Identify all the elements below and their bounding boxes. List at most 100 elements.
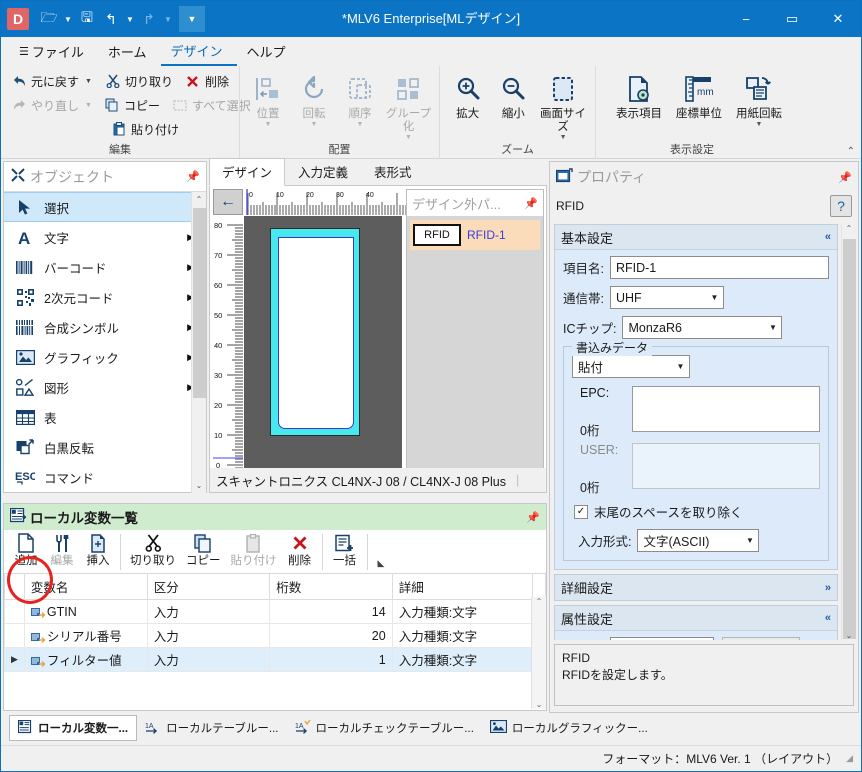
object-item-barcode[interactable]: バーコード ▶	[4, 252, 206, 282]
paper-rotate-button[interactable]: 用紙回転 ▼	[730, 69, 788, 129]
object-item-graphic[interactable]: グラフィック ▶	[4, 342, 206, 372]
add-variable-button[interactable]: 追加	[8, 532, 44, 568]
trim-trailing-checkbox[interactable]: ✓	[574, 504, 588, 519]
coordinate-unit-button[interactable]: mm 座標単位	[670, 69, 728, 129]
scroll-up-icon[interactable]: ⌃	[532, 597, 546, 606]
table-row[interactable]: シリアル番号 入力 20 入力種類:文字	[4, 623, 546, 648]
object-item-select[interactable]: 選択	[4, 192, 206, 222]
scroll-down-icon[interactable]: ⌄	[842, 631, 856, 640]
write-mode-select[interactable]: 貼付 ▼	[572, 355, 690, 378]
object-item-table[interactable]: 表	[4, 402, 206, 432]
batch-variable-button[interactable]: 一括	[327, 532, 363, 568]
chevron-down-icon[interactable]: »	[825, 582, 831, 594]
scroll-up-icon[interactable]: ⌃	[842, 224, 856, 233]
header-kind[interactable]: 区分	[146, 574, 271, 600]
table-scrollbar[interactable]: ⌃ ⌄	[531, 597, 546, 709]
scroll-down-icon[interactable]: ⌄	[192, 478, 206, 493]
table-row[interactable]: GTIN 入力 14 入力種類:文字	[4, 599, 546, 624]
delete-variable-button[interactable]: 削除	[282, 532, 318, 568]
menu-item-design[interactable]: デザイン	[160, 39, 237, 66]
object-item-shape[interactable]: 図形 ▶	[4, 372, 206, 402]
pin-icon[interactable]: 📌	[526, 511, 540, 524]
chevron-up-icon[interactable]: «	[825, 231, 831, 243]
pin-icon[interactable]: 📌	[186, 170, 200, 183]
chevron-up-icon[interactable]: «	[825, 612, 831, 624]
minimize-button[interactable]: −	[723, 1, 769, 37]
scroll-down-icon[interactable]: ⌄	[532, 700, 546, 709]
save-icon[interactable]: 🖫	[75, 6, 99, 32]
overflow-arrow-icon[interactable]: ◣	[378, 558, 385, 569]
pin-icon[interactable]: 📌	[838, 171, 852, 184]
object-item-2dcode[interactable]: 2次元コード ▶	[4, 282, 206, 312]
band-select[interactable]: UHF ▼	[609, 286, 724, 309]
undo-icon[interactable]: ↰	[99, 6, 123, 32]
bottom-tab-local-check-table[interactable]: 1A ローカルチェックテーブルー...	[287, 715, 482, 741]
customize-qat-icon[interactable]: ▼	[179, 6, 205, 32]
chevron-down-icon[interactable]: ▼	[741, 536, 758, 545]
label-print-area[interactable]	[278, 237, 354, 429]
copy-variable-button[interactable]: コピー	[181, 532, 226, 568]
pin-icon[interactable]: 📌	[524, 197, 538, 210]
properties-scrollbar[interactable]: ⌃ ⌄	[841, 224, 856, 640]
local-variable-title: ローカル変数一覧	[30, 511, 138, 526]
undo-dropdown-icon[interactable]: ▼	[123, 6, 137, 32]
display-items-button[interactable]: 表示項目	[610, 69, 668, 129]
zoom-in-button[interactable]: 拡大	[446, 69, 490, 142]
undo-dropdown-icon[interactable]: ▼	[85, 78, 92, 85]
open-icon[interactable]: 🗁	[37, 6, 61, 32]
cut-button[interactable]: 切り取り	[101, 72, 177, 91]
bottom-tab-local-graphic[interactable]: ローカルグラフィックー...	[482, 715, 656, 741]
fit-screen-button[interactable]: 画面サイズ ▼	[537, 69, 589, 142]
ribbon-collapse-icon[interactable]: ⌃	[847, 146, 855, 157]
bottom-tab-local-variables[interactable]: ローカル変数一...	[9, 715, 138, 741]
help-question-icon[interactable]: ?	[830, 195, 852, 217]
section-detail-header[interactable]: 詳細設定 »	[555, 575, 837, 600]
copy-button[interactable]: コピー	[100, 96, 164, 115]
close-button[interactable]: ✕	[815, 1, 861, 37]
menu-item-help[interactable]: ヘルプ	[237, 39, 300, 66]
chevron-down-icon[interactable]: ▼	[672, 362, 689, 371]
maximize-button[interactable]: ▭	[769, 1, 815, 37]
cut-variable-button[interactable]: 切り取り	[125, 532, 181, 568]
item-name-input[interactable]: RFID-1	[609, 256, 829, 279]
object-item-text[interactable]: A 文字 ▶	[4, 222, 206, 252]
field-trim-trailing[interactable]: ✓ 末尾のスペースを取り除く	[574, 502, 820, 521]
scroll-thumb[interactable]	[193, 208, 206, 398]
undo-button[interactable]: 元に戻す ▼	[7, 72, 97, 91]
header-detail[interactable]: 詳細	[391, 574, 534, 600]
scroll-up-icon[interactable]: ⌃	[192, 192, 206, 207]
header-variable-name[interactable]: 変数名	[23, 574, 148, 600]
write-select[interactable]: 書込む ▼	[609, 637, 714, 640]
chevron-down-icon[interactable]: ▼	[764, 323, 781, 332]
input-format-select[interactable]: 文字(ASCII) ▼	[637, 529, 760, 552]
zoom-out-button[interactable]: 縮小	[492, 69, 536, 142]
paste-button[interactable]: 貼り付け	[107, 120, 183, 139]
back-arrow-icon[interactable]: ←	[213, 189, 243, 215]
resize-grip-icon[interactable]: ◢	[846, 753, 853, 764]
table-row[interactable]: ▶ フィルター値 入力 1 入力種類:文字	[4, 647, 546, 672]
tab-table-format[interactable]: 表形式	[361, 158, 425, 186]
header-digits[interactable]: 桁数	[269, 574, 393, 600]
tab-input-definition[interactable]: 入力定義	[285, 158, 361, 186]
object-item-command[interactable]: ESC コマンド	[4, 462, 206, 492]
delete-button[interactable]: 削除	[181, 72, 233, 91]
epc-input[interactable]	[632, 386, 820, 432]
menu-item-home[interactable]: ホーム	[98, 39, 161, 66]
section-basic-header[interactable]: 基本設定 «	[555, 225, 837, 250]
object-item-composite[interactable]: 合成シンボル ▶	[4, 312, 206, 342]
section-attribute-header[interactable]: 属性設定 «	[555, 606, 837, 631]
chevron-down-icon[interactable]: ▼	[706, 293, 723, 302]
object-item-invert[interactable]: 白黒反転	[4, 432, 206, 462]
scroll-thumb[interactable]	[843, 239, 856, 639]
tab-design[interactable]: デザイン	[209, 158, 286, 186]
ic-chip-select[interactable]: MonzaR6 ▼	[622, 316, 783, 339]
design-canvas[interactable]	[244, 216, 402, 492]
paper-rotate-dropdown-icon[interactable]: ▼	[756, 121, 763, 129]
object-list-scrollbar[interactable]: ⌃ ⌄	[191, 192, 206, 493]
menu-item-file[interactable]: ☰ ファイル	[9, 39, 98, 66]
bottom-tab-local-table[interactable]: 1A ローカルテーブルー...	[137, 715, 286, 741]
insert-variable-button[interactable]: 挿入	[80, 532, 116, 568]
outer-parts-row[interactable]: RFID RFID-1	[410, 220, 540, 250]
label-media[interactable]	[270, 228, 360, 436]
open-dropdown-icon[interactable]: ▼	[61, 6, 75, 32]
